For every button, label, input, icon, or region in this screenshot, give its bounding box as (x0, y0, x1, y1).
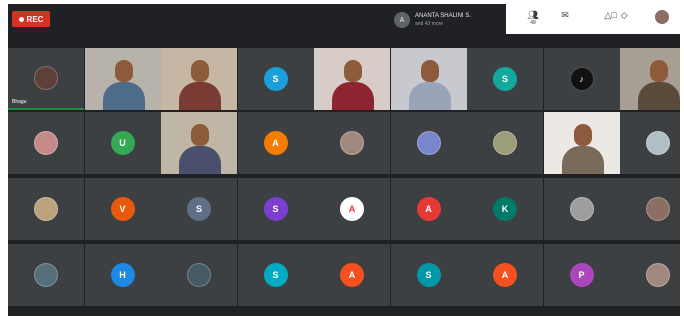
presenter-status: and 43 more (415, 21, 444, 27)
participant-avatar: ♪ (569, 67, 594, 91)
participant-avatar: S (493, 67, 517, 91)
chat-button[interactable]: ✉︎ (554, 10, 576, 20)
participant-tile[interactable] (543, 112, 620, 174)
meet-window: REC A ANANTA SHALINI S. and 43 more 👥︎ 4… (8, 4, 680, 316)
participant-tile[interactable]: H (84, 244, 161, 306)
participant-avatar (493, 131, 517, 155)
participant-tile[interactable] (8, 244, 84, 306)
presenter-name: ANANTA SHALINI S. (415, 13, 471, 19)
participant-tile[interactable] (161, 48, 237, 110)
participant-tile[interactable]: S (467, 48, 543, 110)
participant-tile[interactable] (620, 244, 680, 306)
participant-tile[interactable]: A (390, 178, 467, 240)
participant-tile[interactable] (314, 112, 390, 174)
people-count: 48 (530, 20, 536, 26)
participant-tile[interactable] (390, 112, 467, 174)
participant-tile[interactable]: Bhagu (8, 48, 84, 110)
recording-badge: REC (12, 11, 50, 27)
participant-video (314, 48, 390, 110)
participant-avatar (34, 263, 58, 287)
participant-avatar: A (340, 197, 364, 221)
participant-avatar (646, 131, 670, 155)
participant-avatar (34, 197, 58, 221)
participant-avatar: A (493, 263, 517, 287)
participant-avatar: A (416, 197, 441, 221)
participant-avatar: V (110, 197, 135, 221)
participant-video (161, 48, 237, 110)
participant-tile[interactable] (543, 178, 620, 240)
participant-video (161, 112, 237, 174)
participant-tile[interactable] (390, 48, 467, 110)
chat-icon: ✉︎ (561, 10, 569, 20)
participant-avatar (646, 263, 670, 287)
meeting-controls: 👥︎ 48 ✉︎ △□ ◇ (506, 4, 680, 34)
participant-tile[interactable] (161, 112, 237, 174)
activities-button[interactable]: △□ ◇ (592, 10, 640, 20)
participant-avatar (340, 131, 364, 155)
participant-tile[interactable] (467, 112, 543, 174)
shapes-icon: △□ (604, 10, 617, 20)
participant-avatar (569, 197, 594, 221)
participant-video (543, 112, 620, 174)
recording-dot-icon (18, 16, 24, 22)
self-avatar (655, 10, 669, 24)
participant-avatar (187, 263, 211, 287)
participant-video (620, 48, 680, 110)
participant-name: Bhagu (12, 99, 27, 105)
participant-avatar: S (187, 197, 211, 221)
participant-avatar: H (110, 263, 135, 287)
participant-avatar: S (263, 67, 288, 91)
self-view-button[interactable] (652, 10, 672, 24)
participant-tile[interactable] (161, 244, 237, 306)
participant-tile[interactable]: S (237, 178, 314, 240)
participant-video (84, 48, 161, 110)
participant-avatar (416, 131, 441, 155)
participant-tile[interactable] (8, 112, 84, 174)
participant-tile[interactable] (8, 178, 84, 240)
participant-tile[interactable]: S (237, 48, 314, 110)
participant-tile[interactable]: S (161, 178, 237, 240)
participant-tile[interactable] (620, 48, 680, 110)
participant-tile[interactable] (620, 178, 680, 240)
participant-tile[interactable]: A (314, 244, 390, 306)
top-bar: REC A ANANTA SHALINI S. and 43 more 👥︎ 4… (8, 4, 680, 34)
participant-tile[interactable]: V (84, 178, 161, 240)
presenter-avatar: A (394, 12, 410, 28)
activities-icon: ◇ (620, 10, 628, 20)
participant-video (390, 48, 467, 110)
participant-avatar: S (416, 263, 441, 287)
participant-tile[interactable]: S (237, 244, 314, 306)
participant-tile[interactable]: S (390, 244, 467, 306)
participant-tile[interactable]: U (84, 112, 161, 174)
participant-avatar (646, 197, 670, 221)
participant-avatar: S (263, 263, 288, 287)
participant-tile[interactable]: A (467, 244, 543, 306)
participant-avatar: K (493, 197, 517, 221)
participant-avatar: S (263, 197, 288, 221)
participant-tile[interactable] (84, 48, 161, 110)
participant-tile[interactable] (620, 112, 680, 174)
participant-tile[interactable]: P (543, 244, 620, 306)
participant-avatar: U (110, 131, 135, 155)
participant-tile[interactable]: ♪ (543, 48, 620, 110)
participant-avatar: P (569, 263, 594, 287)
recording-label: REC (26, 14, 44, 24)
participant-avatar (34, 66, 58, 90)
presenter-indicator[interactable]: A ANANTA SHALINI S. and 43 more (394, 10, 471, 30)
participant-avatar (34, 131, 58, 155)
participant-tile[interactable]: A (237, 112, 314, 174)
participant-avatar: A (263, 131, 288, 155)
participant-avatar: A (340, 263, 364, 287)
participant-tile[interactable]: A (314, 178, 390, 240)
participant-tile[interactable]: K (467, 178, 543, 240)
people-icon: 👥︎ (527, 10, 539, 20)
people-button[interactable]: 👥︎ 48 (520, 10, 546, 27)
participant-tile[interactable] (314, 48, 390, 110)
